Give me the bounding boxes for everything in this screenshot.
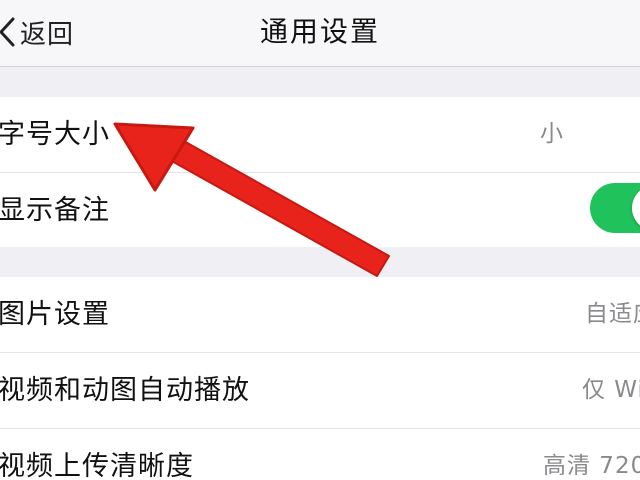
setting-row-image[interactable]: 图片设置 自适应 [0, 277, 640, 353]
show-remark-toggle[interactable] [590, 183, 640, 233]
toggle-knob [632, 185, 640, 231]
page-title: 通用设置 [259, 15, 380, 48]
setting-label: 视频和动图自动播放 [0, 375, 250, 406]
setting-value: 高清 720P [543, 453, 640, 479]
setting-label: 显示备注 [0, 195, 110, 226]
setting-label: 字号大小 [0, 119, 110, 150]
settings-screen: 返回 通用设置 字号大小 小 显示备注 图片设置 自适应 视频和动图自动播放 仅… [0, 0, 640, 480]
setting-row-font-size[interactable]: 字号大小 小 [0, 97, 640, 173]
settings-group-media: 图片设置 自适应 视频和动图自动播放 仅 Wi-Fi 视频上传清晰度 高清 72… [0, 277, 640, 480]
navigation-bar: 返回 通用设置 [0, 0, 640, 67]
setting-label: 图片设置 [0, 299, 110, 330]
setting-label: 视频上传清晰度 [0, 451, 194, 480]
settings-group-display: 字号大小 小 显示备注 [0, 97, 640, 247]
setting-value: 小 [540, 121, 564, 147]
setting-value: 仅 Wi-Fi [582, 377, 640, 403]
setting-row-video-upload-quality[interactable]: 视频上传清晰度 高清 720P [0, 429, 640, 480]
setting-row-show-remark: 显示备注 [0, 173, 640, 248]
setting-value: 自适应 [585, 301, 640, 327]
setting-row-video-autoplay[interactable]: 视频和动图自动播放 仅 Wi-Fi [0, 353, 640, 429]
